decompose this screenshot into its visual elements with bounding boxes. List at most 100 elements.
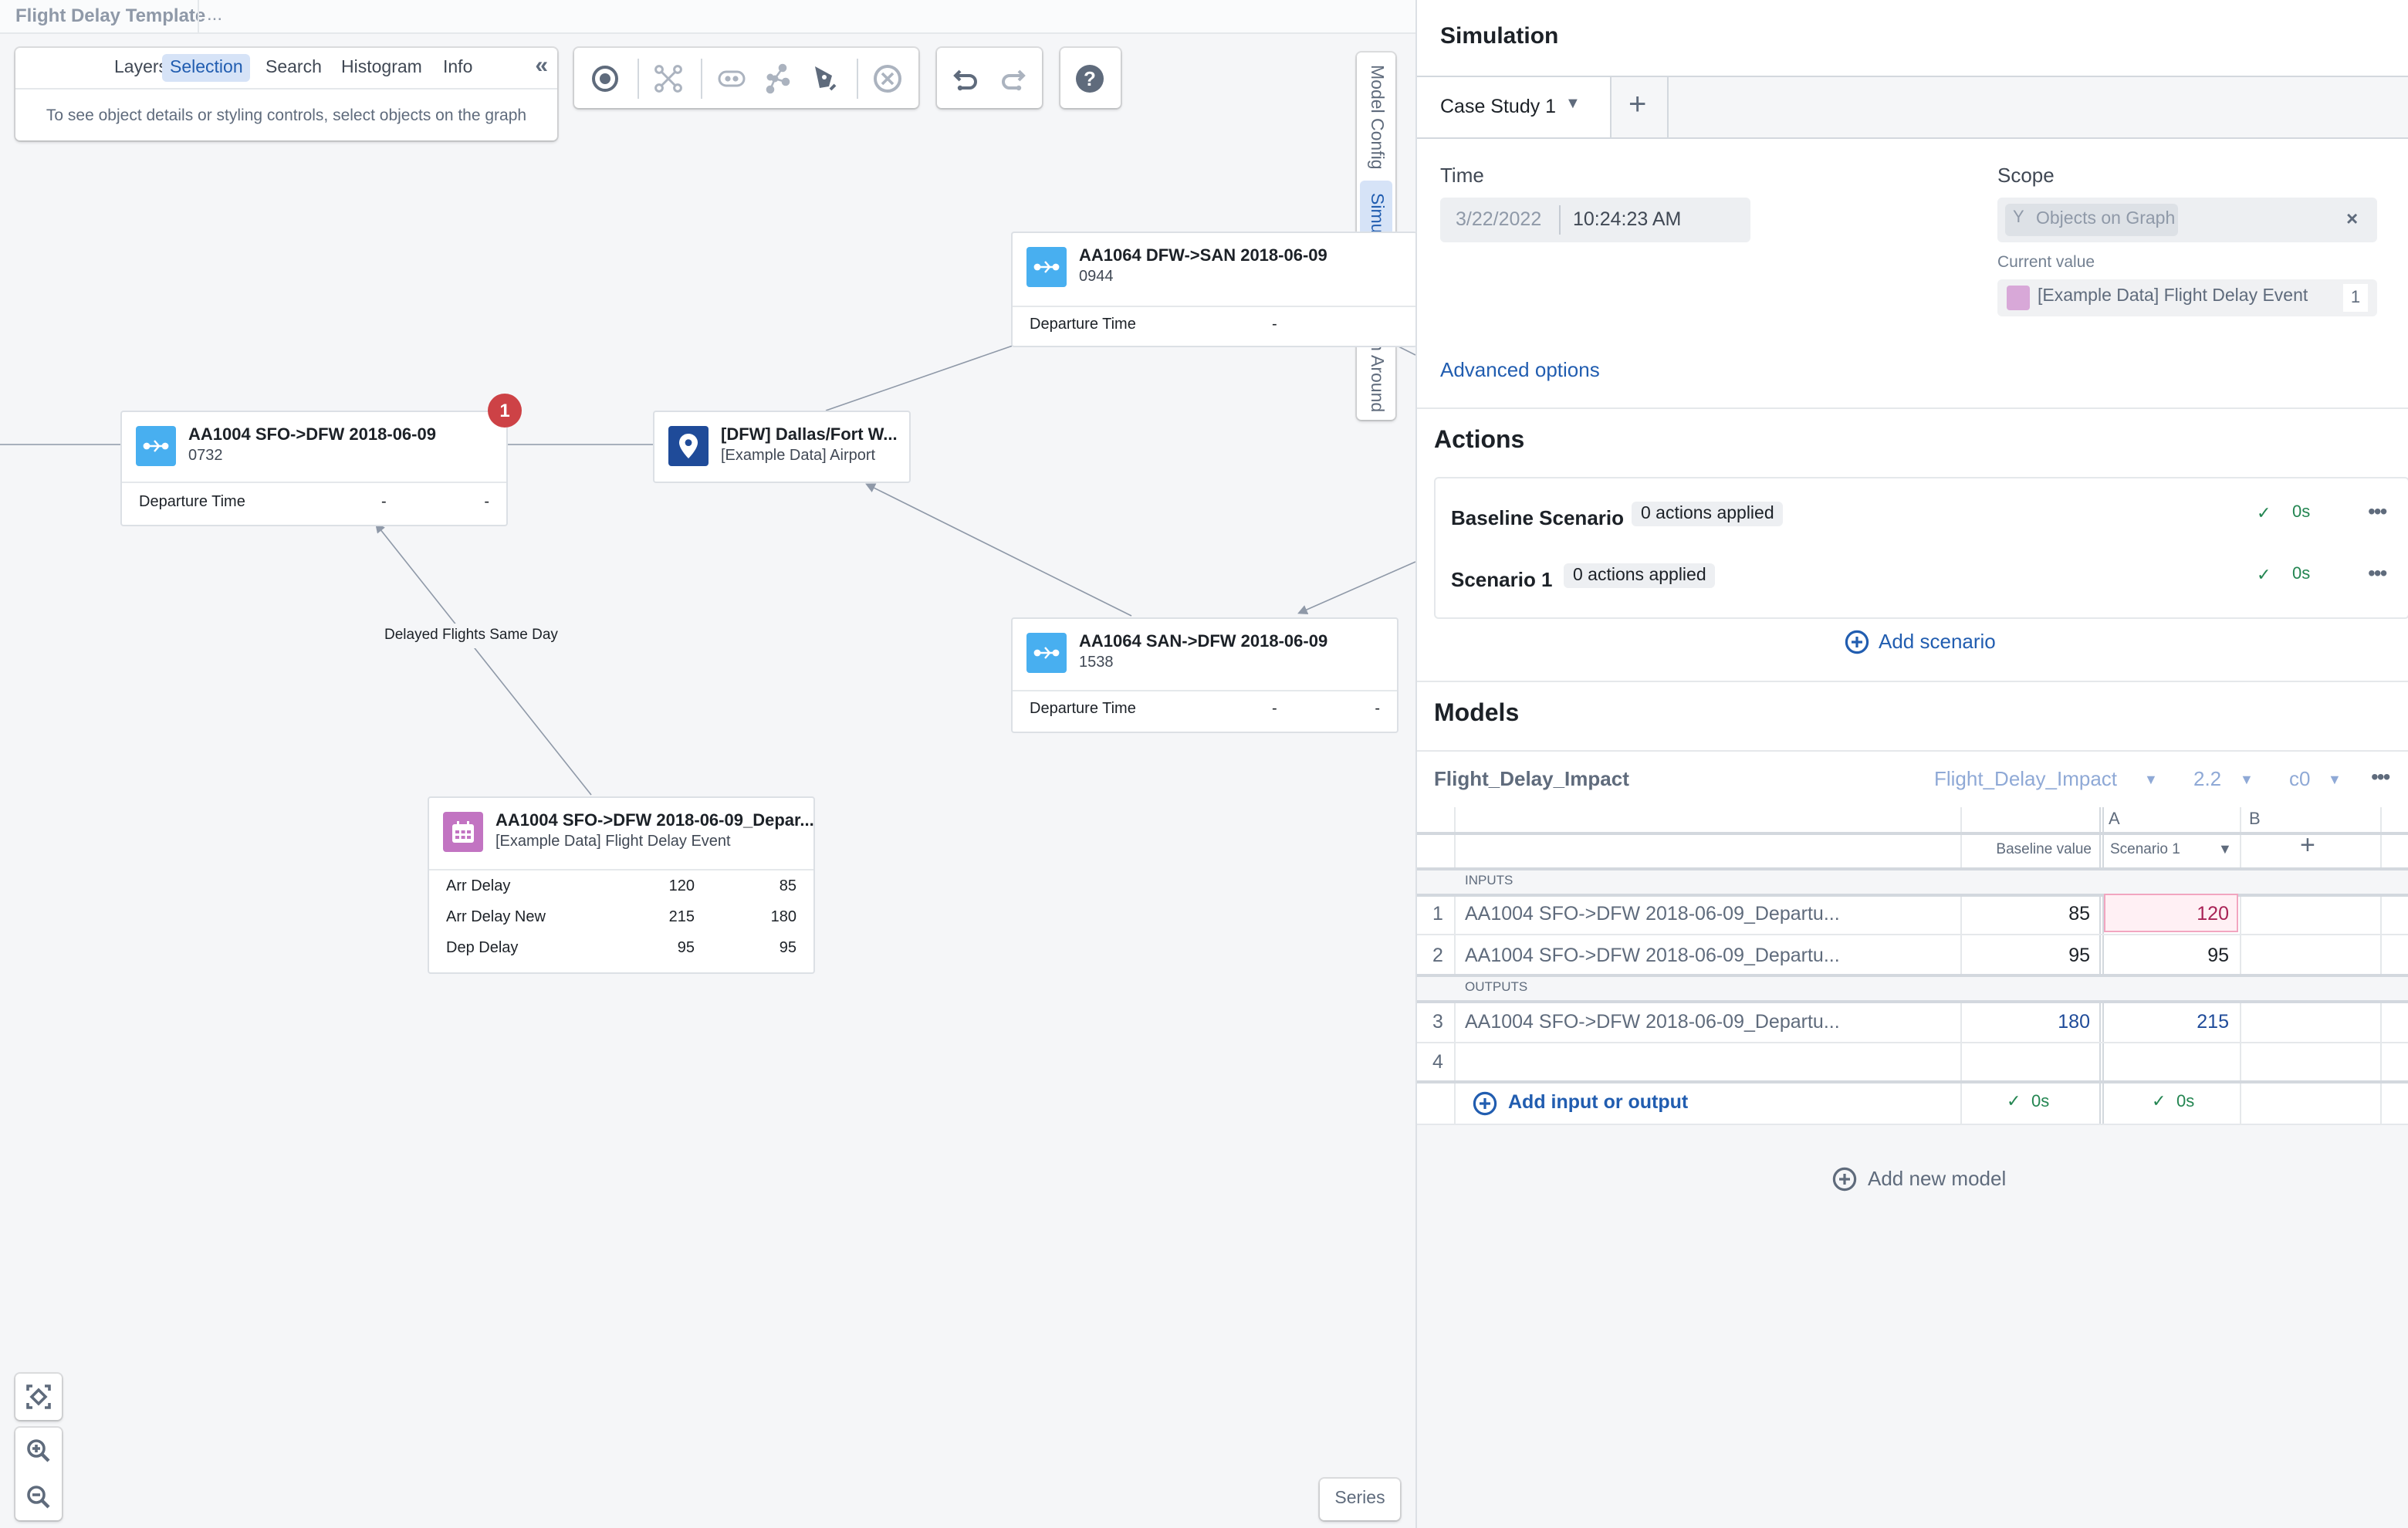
scenario-column-header[interactable]: Scenario 1 [2110, 841, 2180, 858]
selection-hint: To see object details or styling control… [46, 106, 527, 125]
node-dfw-airport[interactable]: [DFW] Dallas/Fort W... [Example Data] Ai… [653, 411, 911, 483]
check-icon: ✓ [2007, 1093, 2021, 1111]
tab-info[interactable]: Info [435, 54, 480, 82]
row-name: AA1004 SFO->DFW 2018-06-09_Departu... [1465, 1011, 1840, 1033]
property-row: Departure Time - [1030, 316, 1400, 341]
caret-down-icon[interactable]: ▼ [2240, 772, 2254, 787]
scenario-row-1[interactable]: Scenario 1 0 actions applied ✓ 0s ••• [1451, 560, 2393, 600]
more-icon[interactable]: ••• [2371, 764, 2390, 789]
divider [1417, 681, 2408, 682]
date-value[interactable]: 3/22/2022 [1456, 208, 1541, 230]
zoom-out-icon[interactable] [26, 1485, 51, 1509]
property-row: Departure Time - - [139, 494, 489, 519]
simulation-title: Simulation [1440, 23, 1559, 49]
add-column-icon[interactable]: + [2300, 830, 2315, 861]
table-row[interactable]: 3 AA1004 SFO->DFW 2018-06-09_Departu... … [1417, 1002, 2408, 1043]
annotate-pen-icon[interactable] [809, 62, 843, 96]
tab-selection[interactable]: Selection [162, 54, 251, 82]
add-new-model-label: Add new model [1868, 1167, 2007, 1190]
caret-down-icon: ▼ [1565, 96, 1581, 113]
graph-edges [0, 345, 1415, 796]
zoom-controls [15, 1428, 62, 1520]
node-title: AA1004 SFO->DFW 2018-06-09_Depar... [495, 812, 814, 830]
version-select[interactable]: 2.2 [2193, 767, 2221, 790]
actions-title: Actions [1434, 428, 1525, 454]
zoom-in-icon[interactable] [26, 1438, 51, 1463]
time-divider [1559, 205, 1561, 235]
time-input[interactable]: 3/22/2022 10:24:23 AM [1440, 198, 1750, 242]
fit-screen-icon [26, 1384, 51, 1409]
row-number: 3 [1432, 1011, 1443, 1033]
scenario-row-baseline[interactable]: Baseline Scenario 0 actions applied ✓ 0s… [1451, 499, 2393, 539]
scenarios-list: Baseline Scenario 0 actions applied ✓ 0s… [1434, 477, 2408, 619]
table-row[interactable]: 2 AA1004 SFO->DFW 2018-06-09_Departu... … [1417, 935, 2408, 975]
more-icon[interactable]: ••• [2368, 499, 2387, 523]
scenario-value[interactable]: 95 [2104, 945, 2229, 966]
graph-nodes-icon[interactable] [761, 62, 795, 96]
scope-tag[interactable]: Y Objects on Graph [2005, 204, 2178, 236]
model-header: Flight_Delay_Impact Flight_Delay_Impact … [1417, 750, 2408, 810]
node-properties: Departure Time - - [122, 482, 506, 525]
property-value: - [484, 494, 489, 511]
node-aa1064-san-dfw[interactable]: AA1064 SAN->DFW 2018-06-09 1538 Departur… [1011, 617, 1398, 733]
check-icon: ✓ [2257, 505, 2271, 523]
case-study-label: Case Study 1 [1440, 96, 1557, 117]
more-icon[interactable]: ••• [2368, 560, 2387, 585]
current-value-row[interactable]: [Example Data] Flight Delay Event 1 [1997, 279, 2377, 316]
double-chevron-left-icon[interactable]: « [535, 52, 548, 79]
property-label: Departure Time [1030, 316, 1136, 333]
node-flight-delay-event[interactable]: AA1004 SFO->DFW 2018-06-09_Depar... [Exa… [428, 796, 815, 974]
remove-circle-icon[interactable] [871, 62, 905, 96]
node-aa1064-dfw-san[interactable]: AA1064 DFW->SAN 2018-06-09 0944 Departur… [1011, 232, 1417, 347]
add-circle-icon [1832, 1167, 1857, 1192]
caret-down-icon[interactable]: ▼ [2144, 772, 2158, 787]
baseline-status: 0s [2031, 1093, 2050, 1111]
toolbar-divider [857, 59, 858, 99]
layout-graph-icon[interactable] [651, 62, 685, 96]
time-value[interactable]: 10:24:23 AM [1573, 208, 1681, 230]
config-select[interactable]: c0 [2289, 767, 2310, 790]
case-study-select[interactable]: Case Study 1 ▼ [1417, 77, 1612, 137]
selection-panel: Layers Selection Search Histogram Info «… [15, 48, 557, 140]
row-name: AA1004 SFO->DFW 2018-06-09_Departu... [1465, 903, 1840, 925]
property-row: Dep Delay 95 95 [446, 940, 796, 965]
node-aa1004-sfo-dfw[interactable]: AA1004 SFO->DFW 2018-06-09 0732 Departur… [120, 411, 508, 526]
notification-badge[interactable]: 1 [488, 394, 522, 428]
add-case-study-button[interactable]: + [1612, 77, 1669, 137]
node-title: AA1004 SFO->DFW 2018-06-09 [188, 426, 436, 445]
advanced-options-link[interactable]: Advanced options [1440, 358, 1600, 381]
row-name: AA1004 SFO->DFW 2018-06-09_Departu... [1465, 945, 1840, 966]
caret-down-icon[interactable]: ▼ [2218, 841, 2232, 857]
scenario-name: Scenario 1 [1451, 568, 1553, 591]
flight-icon [136, 426, 176, 466]
select-target-icon[interactable] [588, 62, 622, 96]
clear-scope-icon[interactable]: × [2346, 207, 2358, 230]
tab-histogram[interactable]: Histogram [333, 54, 430, 82]
redo-icon[interactable] [996, 62, 1030, 96]
property-value: 120 [668, 878, 695, 895]
scenario-value[interactable]: 120 [2104, 903, 2229, 925]
current-value-label: Current value [1997, 253, 2095, 272]
caret-down-icon[interactable]: ▼ [2328, 772, 2342, 787]
table-row[interactable]: 4 [1417, 1043, 2408, 1083]
tab-model-config[interactable]: Model Config [1360, 59, 1392, 176]
undo-icon[interactable] [949, 62, 983, 96]
series-button[interactable]: Series [1320, 1479, 1400, 1520]
add-circle-icon [1473, 1091, 1497, 1116]
tab-search[interactable]: Search [258, 54, 330, 82]
column-letter-b: B [2249, 810, 2261, 829]
property-value: 95 [779, 940, 796, 957]
link-icon[interactable] [715, 62, 749, 96]
property-value: 215 [668, 909, 695, 926]
grid-line [1417, 832, 2408, 835]
column-letter-a: A [2109, 810, 2120, 829]
calendar-icon [2007, 286, 2030, 310]
edge-aa1064in-dfw [865, 483, 1132, 617]
model-select[interactable]: Flight_Delay_Impact [1934, 767, 2117, 790]
fit-to-screen-button[interactable] [15, 1374, 62, 1420]
edge-label-delayed-flights[interactable]: Delayed Flights Same Day [384, 627, 558, 644]
property-value: - [1272, 316, 1277, 333]
help-icon[interactable]: ? [1073, 62, 1107, 96]
table-row[interactable]: 1 AA1004 SFO->DFW 2018-06-09_Departu... … [1417, 894, 2408, 935]
scope-input[interactable]: Y Objects on Graph × [1997, 198, 2377, 242]
